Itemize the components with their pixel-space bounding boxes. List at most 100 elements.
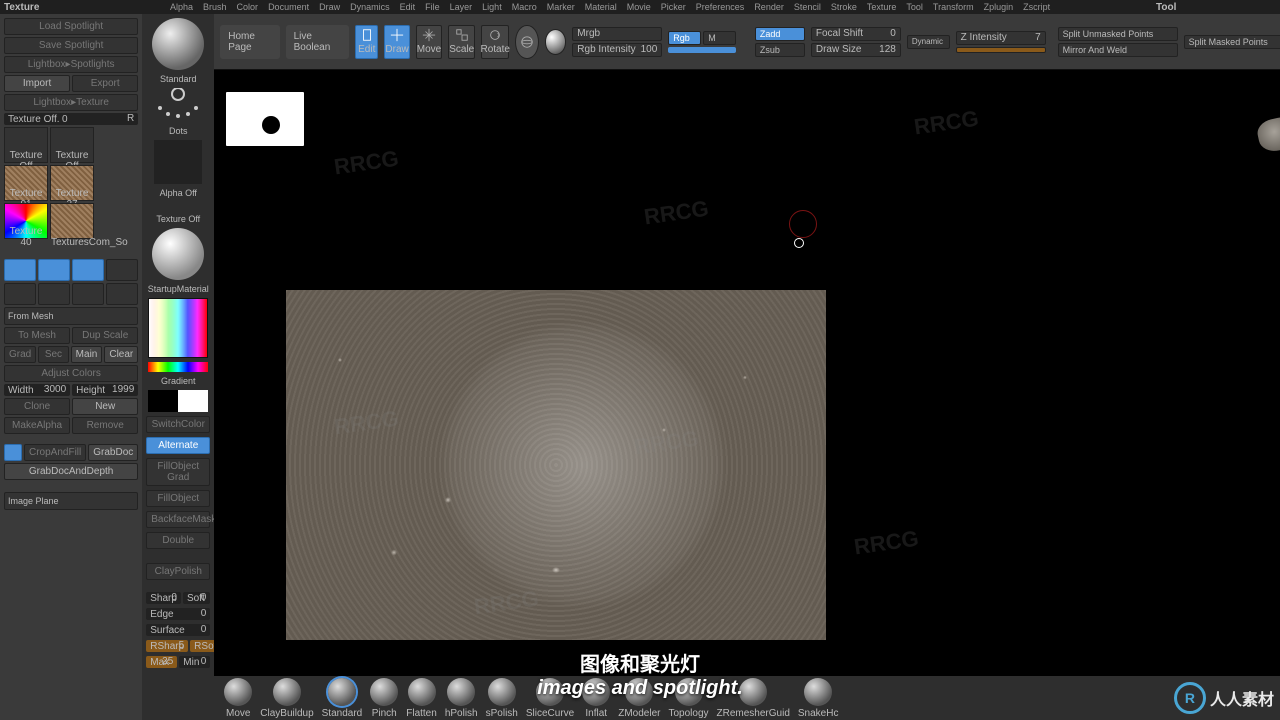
op-button[interactable]	[106, 259, 138, 281]
menu-item[interactable]: Tool	[902, 2, 927, 12]
load-spotlight-button[interactable]: Load Spotlight	[4, 18, 138, 35]
dup-scale-button[interactable]: Dup Scale	[72, 327, 138, 344]
menu-item[interactable]: Light	[478, 2, 506, 12]
menu-item[interactable]: Render	[750, 2, 788, 12]
swatch-black[interactable]	[148, 390, 178, 412]
menu-item[interactable]: Stencil	[790, 2, 825, 12]
stroke-dots-icon[interactable]	[154, 88, 202, 122]
brush-preview[interactable]	[152, 18, 204, 70]
double-button[interactable]: Double	[146, 532, 210, 549]
rotate-mode-button[interactable]: Rotate	[481, 25, 509, 59]
edit-mode-button[interactable]: Edit	[355, 25, 378, 59]
texture-thumb[interactable]: Texture 01	[4, 165, 48, 201]
menu-item[interactable]: Stroke	[827, 2, 861, 12]
imageplane-header[interactable]: Image Plane	[4, 492, 138, 510]
to-mesh-button[interactable]: To Mesh	[4, 327, 70, 344]
remove-button[interactable]: Remove	[72, 417, 138, 434]
menu-item[interactable]: Zplugin	[980, 2, 1018, 12]
menu-item[interactable]: Layer	[446, 2, 477, 12]
width-slider[interactable]: Width 3000	[4, 384, 70, 396]
zadd-button[interactable]: Zadd	[755, 27, 805, 41]
import-button[interactable]: Import	[4, 75, 70, 92]
homepage-tab[interactable]: Home Page	[220, 25, 279, 59]
move-mode-button[interactable]: Move	[416, 25, 442, 59]
texture-thumb[interactable]: Texture 40	[4, 203, 48, 239]
alpha-off-thumb[interactable]	[154, 140, 202, 184]
zint-param[interactable]: Z Intensity7	[956, 31, 1046, 45]
save-spotlight-button[interactable]: Save Spotlight	[4, 37, 138, 54]
sharp-slider[interactable]: Sharp0	[146, 592, 181, 604]
zint-bar[interactable]	[956, 47, 1046, 53]
color-picker[interactable]	[148, 298, 208, 358]
menu-item[interactable]: Color	[233, 2, 263, 12]
clear-button[interactable]: Clear	[104, 346, 138, 363]
hue-strip[interactable]	[148, 362, 208, 372]
zsub-button[interactable]: Zsub	[755, 43, 805, 57]
op-button[interactable]	[38, 283, 70, 305]
swatch-white[interactable]	[178, 390, 208, 412]
m-button[interactable]: M	[703, 31, 736, 45]
texture-thumb[interactable]: Texture 27	[50, 165, 94, 201]
alternate-button[interactable]: Alternate	[146, 437, 210, 454]
fillgrad-button[interactable]: FillObject Grad	[146, 458, 210, 486]
op-button[interactable]	[4, 259, 36, 281]
op-button[interactable]	[106, 283, 138, 305]
clone-button[interactable]: Clone	[4, 398, 70, 415]
menu-item[interactable]: Brush	[199, 2, 231, 12]
split-masked-button[interactable]: Split Masked Points	[1184, 35, 1280, 49]
menu-item[interactable]: Dynamics	[346, 2, 394, 12]
export-button[interactable]: Export	[72, 75, 138, 92]
menu-item[interactable]: Zscript	[1019, 2, 1054, 12]
menu-item[interactable]: File	[421, 2, 444, 12]
op-button[interactable]	[4, 283, 36, 305]
rgbint-param[interactable]: Rgb Intensity100	[572, 43, 662, 57]
from-mesh-header[interactable]: From Mesh	[4, 307, 138, 325]
backfacemask-button[interactable]: BackfaceMask	[146, 511, 210, 528]
menu-item[interactable]: Preferences	[692, 2, 749, 12]
scale-mode-button[interactable]: Scale	[448, 25, 475, 59]
switchcolor-button[interactable]: SwitchColor	[146, 416, 210, 433]
texture-thumb[interactable]: Texture Off	[4, 127, 48, 163]
rgbint-bar[interactable]	[668, 47, 736, 53]
soft-slider[interactable]: Soft0	[183, 592, 210, 604]
lightbox-spotlights-button[interactable]: Lightbox▸Spotlights	[4, 56, 138, 73]
grabdocdepth-button[interactable]: GrabDocAndDepth	[4, 463, 138, 480]
menu-item[interactable]: Document	[264, 2, 313, 12]
makealpha-button[interactable]: MakeAlpha	[4, 417, 70, 434]
menu-item[interactable]: Movie	[623, 2, 655, 12]
mirror-weld-button[interactable]: Mirror And Weld	[1058, 43, 1178, 57]
surface-slider[interactable]: Surface0	[146, 624, 210, 636]
viewport[interactable]: RRCG RRCG RRCG RRCG RRCG RRCG RRCG	[214, 70, 1280, 676]
sculptris-button[interactable]	[545, 29, 567, 55]
menu-item[interactable]: Picker	[657, 2, 690, 12]
mrgb-param[interactable]: Mrgb	[572, 27, 662, 41]
material-preview[interactable]	[152, 228, 204, 280]
adjust-colors-button[interactable]: Adjust Colors	[4, 365, 138, 382]
edge-slider[interactable]: Edge0	[146, 608, 210, 620]
menu-item[interactable]: Material	[581, 2, 621, 12]
fillobject-button[interactable]: FillObject	[146, 490, 210, 507]
menu-item[interactable]: Edit	[396, 2, 420, 12]
height-slider[interactable]: Height 1999	[72, 384, 138, 396]
focal-param[interactable]: Focal Shift0	[811, 27, 901, 41]
menu-item[interactable]: Marker	[543, 2, 579, 12]
crop-toggle[interactable]	[4, 444, 22, 461]
gyro-button[interactable]	[515, 25, 538, 59]
op-button[interactable]	[72, 283, 104, 305]
liveboolean-tab[interactable]: Live Boolean	[286, 25, 349, 59]
texture-thumb[interactable]: TexturesCom_So	[50, 203, 94, 239]
menu-item[interactable]: Texture	[863, 2, 901, 12]
app-menubar[interactable]: Texture Alpha Brush Color Document Draw …	[0, 0, 1280, 14]
main-button[interactable]: Main	[71, 346, 103, 363]
menu-item[interactable]: Draw	[315, 2, 344, 12]
grad-button[interactable]: Grad	[4, 346, 36, 363]
menu-item[interactable]: Alpha	[166, 2, 197, 12]
grabdoc-button[interactable]: GrabDoc	[88, 444, 138, 461]
texture-off-slider[interactable]: Texture Off. 0 R	[4, 113, 138, 125]
sec-button[interactable]: Sec	[38, 346, 68, 363]
drawsize-param[interactable]: Draw Size128	[811, 43, 901, 57]
rgb-button[interactable]: Rgb	[668, 31, 701, 45]
op-button[interactable]	[72, 259, 104, 281]
lightbox-texture-button[interactable]: Lightbox▸Texture	[4, 94, 138, 111]
texture-thumb[interactable]: Texture Off	[50, 127, 94, 163]
